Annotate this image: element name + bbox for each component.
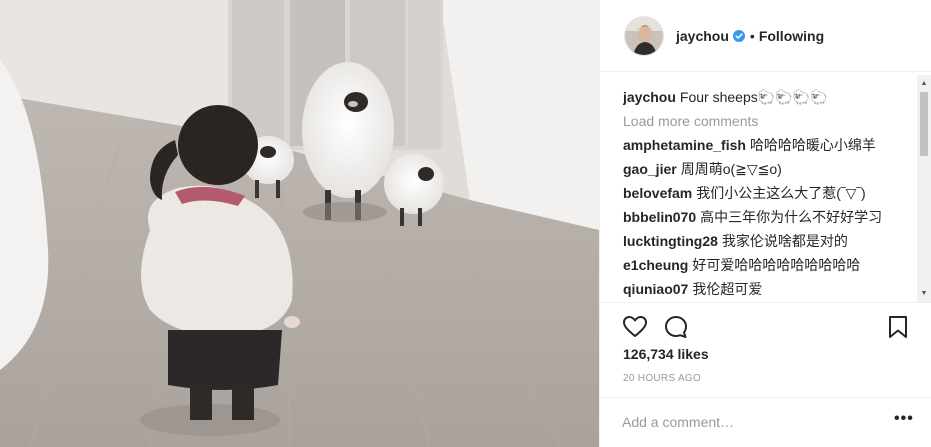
add-comment-section: •••: [600, 397, 931, 447]
bookmark-icon: [889, 316, 907, 338]
action-bar: [600, 306, 931, 346]
comments-scrollbar[interactable]: ▲ ▼: [917, 75, 931, 302]
comment-text: 好可爱哈哈哈哈哈哈哈哈哈: [692, 257, 861, 273]
post-photo[interactable]: [0, 0, 599, 447]
comment-username[interactable]: e1cheung: [623, 257, 688, 273]
heart-icon: [623, 316, 647, 337]
following-button[interactable]: Following: [759, 28, 824, 44]
comment-item: qiuniao07 我伦超可爱: [623, 277, 913, 301]
post-timestamp[interactable]: 20 HOURS AGO: [623, 373, 701, 384]
comment-item: e1cheung 好可爱哈哈哈哈哈哈哈哈哈: [623, 253, 913, 277]
comment-username[interactable]: lucktingting28: [623, 233, 718, 249]
comment-item: gao_jier 周周萌o(≧▽≦o): [623, 157, 913, 181]
avatar[interactable]: [624, 15, 664, 56]
author-username[interactable]: jaychou: [676, 28, 729, 44]
comment-item: belovefam 我们小公主这么大了惹(‾▽‾): [623, 181, 913, 205]
comment-button[interactable]: [663, 314, 689, 340]
header-separator: •: [749, 27, 755, 44]
scroll-down-arrow-icon[interactable]: ▼: [917, 287, 931, 301]
like-button[interactable]: [622, 314, 648, 340]
comment-text: 我家伦说啥都是对的: [721, 233, 848, 249]
scroll-up-arrow-icon[interactable]: ▲: [917, 77, 931, 91]
comment-username[interactable]: amphetamine_fish: [623, 137, 746, 153]
comment-text: 高中三年你为什么不好好学习: [700, 209, 883, 225]
caption: jaychou Four sheeps🐑🐑🐑🐑: [623, 85, 913, 109]
load-more-comments-button[interactable]: Load more comments: [623, 113, 758, 129]
verified-badge-icon: [732, 29, 745, 42]
likes-count[interactable]: 126,734 likes: [623, 346, 709, 362]
caption-text: Four sheeps🐑🐑🐑🐑: [679, 89, 828, 105]
comment-username[interactable]: qiuniao07: [623, 281, 688, 297]
scrollbar-thumb[interactable]: [920, 92, 928, 156]
avatar-image: [625, 16, 663, 55]
load-more-row: Load more comments: [623, 109, 913, 133]
comment-text: 我们小公主这么大了惹(‾▽‾): [696, 185, 866, 201]
comment-text: 哈哈哈哈暖心小绵羊: [749, 137, 876, 153]
comment-username[interactable]: bbbelin070: [623, 209, 696, 225]
comments-scroll-area: jaychou Four sheeps🐑🐑🐑🐑 Load more comment…: [623, 85, 913, 301]
comment-item: lucktingting28 我家伦说啥都是对的: [623, 229, 913, 253]
instagram-post: jaychou • Following jaychou Four sheeps🐑🐑…: [0, 0, 931, 447]
comment-item: bbbelin070 高中三年你为什么不好好学习: [623, 205, 913, 229]
post-header: jaychou • Following: [600, 0, 931, 72]
more-options-button[interactable]: •••: [894, 411, 913, 429]
comment-item: amphetamine_fish 哈哈哈哈暖心小绵羊: [623, 133, 913, 157]
save-button[interactable]: [885, 314, 911, 340]
comment-text: 我伦超可爱: [692, 281, 763, 297]
comments-list[interactable]: jaychou Four sheeps🐑🐑🐑🐑 Load more comment…: [600, 75, 931, 303]
caption-username[interactable]: jaychou: [623, 89, 676, 105]
post-sidebar: jaychou • Following jaychou Four sheeps🐑🐑…: [599, 0, 931, 447]
comment-text: 周周萌o(≧▽≦o): [680, 161, 782, 177]
comment-username[interactable]: gao_jier: [623, 161, 677, 177]
comment-username[interactable]: belovefam: [623, 185, 692, 201]
add-comment-input[interactable]: [622, 410, 882, 434]
comment-bubble-icon: [665, 316, 687, 338]
photo-illustration: [0, 0, 599, 447]
